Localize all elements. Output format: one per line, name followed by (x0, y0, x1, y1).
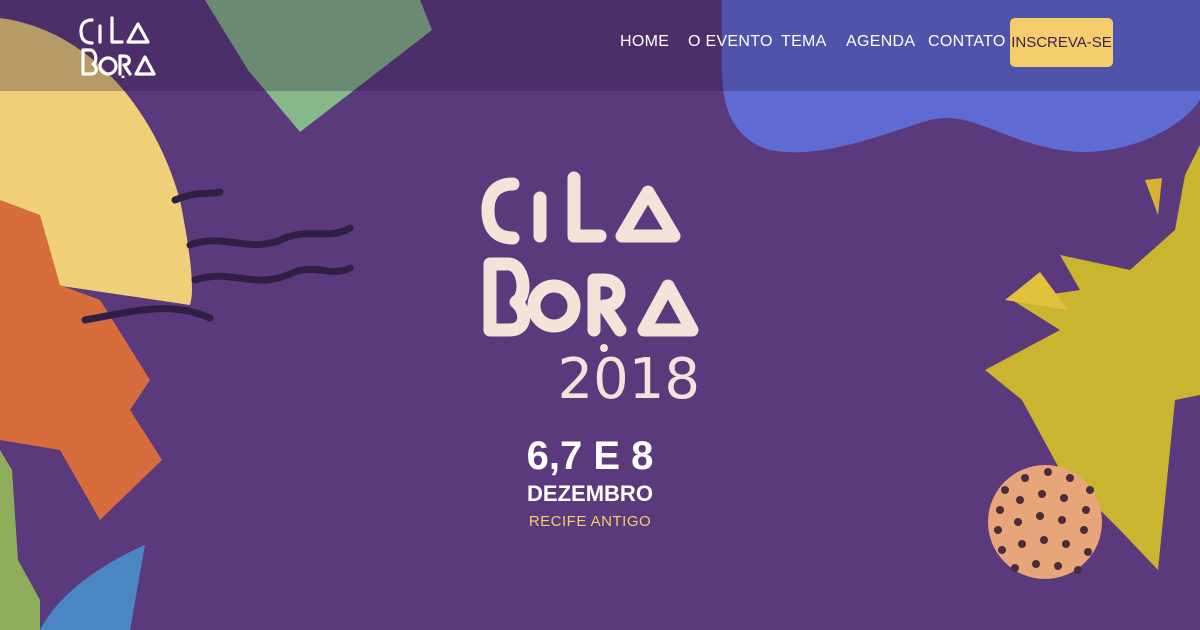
event-month: DEZEMBRO (527, 481, 653, 506)
yellow-sliver-shape-2 (1005, 272, 1068, 310)
nav-item-contato[interactable]: CONTATO (928, 33, 1006, 51)
colabora-2018-logo: 2018 (481, 171, 700, 405)
inscreva-se-button[interactable]: INSCREVA-SE (1010, 18, 1113, 67)
event-dates: 6,7 E 8 (526, 434, 654, 478)
nav-item-agenda[interactable]: AGENDA (846, 33, 915, 51)
nav-item-home[interactable]: HOME (620, 33, 669, 51)
main-navigation: HOME O EVENTO TEMA AGENDA CONTATO INSCRE… (0, 0, 1200, 91)
nav-item-o-evento[interactable]: O EVENTO (688, 33, 773, 51)
nav-item-tema[interactable]: TEMA (781, 33, 827, 51)
logo-year: 2018 (557, 347, 700, 405)
event-location: RECIFE ANTIGO (528, 513, 652, 530)
blue-bottom-shape (40, 545, 145, 630)
dotted-circle-shape (988, 465, 1102, 579)
yellow-sliver-shape (1145, 178, 1162, 215)
green-bottom-shape (0, 450, 40, 630)
